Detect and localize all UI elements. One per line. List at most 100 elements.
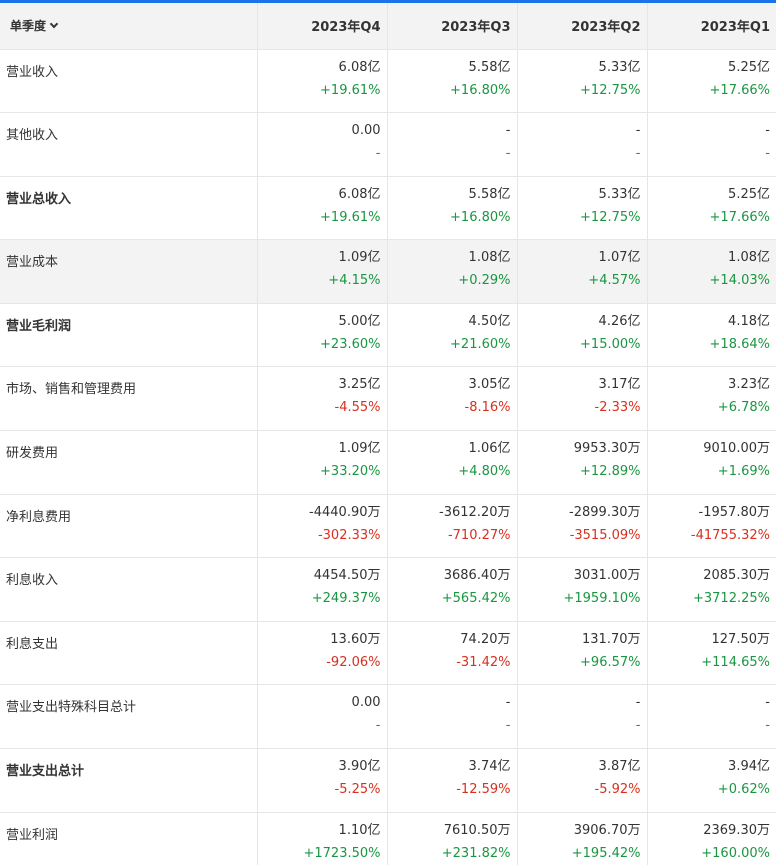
- table-row: 营业利润 1.10亿 +1723.50% 7610.50万 +231.82% 3906.7…: [0, 812, 776, 865]
- cell-growth: -: [765, 146, 770, 162]
- column-header-q3: 2023年Q3: [386, 3, 517, 50]
- cell-growth: +4.80%: [458, 464, 511, 480]
- table-row: 利息收入 4454.50万 +249.37% 3686.40万 +565.42% 3031…: [0, 557, 776, 622]
- table-row: 研发费用 1.09亿 +33.20% 1.06亿 +4.80% 9953.30万 +12.8…: [0, 430, 776, 495]
- table-row: 其他收入 0.00- - - - - - -: [0, 112, 776, 177]
- cell-value: 5.25亿: [728, 186, 770, 202]
- table-cell: 2369.30万 +160.00%: [646, 812, 776, 865]
- cell-growth: +160.00%: [701, 845, 770, 861]
- table-cell: 1.08亿 +0.29%: [386, 239, 517, 304]
- cell-growth: +12.75%: [580, 209, 641, 225]
- table-cell: 3.94亿 +0.62%: [646, 748, 776, 813]
- table-cell: 4.26亿 +15.00%: [516, 303, 647, 368]
- row-label: 营业收入: [0, 49, 257, 114]
- table-row: 营业总收入 6.08亿 +19.61% 5.58亿 +16.80% 5.33亿 +12.75…: [0, 176, 776, 241]
- cell-growth: -710.27%: [447, 527, 511, 543]
- table-cell: 1.09亿 +4.15%: [256, 239, 387, 304]
- row-label: 营业支出特殊科目总计: [0, 684, 257, 750]
- row-label: 营业利润: [0, 812, 257, 865]
- table-cell: 6.08亿 +19.61%: [256, 176, 387, 241]
- cell-value: 9953.30万: [573, 441, 641, 457]
- cell-growth: +1.69%: [717, 464, 770, 480]
- cell-value: 9010.00万: [703, 441, 770, 457]
- cell-growth: +1723.50%: [303, 845, 381, 861]
- cell-growth: -31.42%: [456, 654, 511, 670]
- table-cell: 5.25亿 +17.66%: [646, 49, 776, 114]
- cell-value: 2085.30万: [703, 568, 770, 584]
- table-row: 营业成本 1.09亿 +4.15% 1.08亿 +0.29% 1.07亿 +4.57% 1.0…: [0, 239, 776, 304]
- cell-growth: +19.61%: [320, 209, 381, 225]
- cell-growth: +0.29%: [458, 273, 511, 289]
- cell-value: 1.09亿: [338, 250, 381, 266]
- cell-value: 5.33亿: [598, 186, 641, 202]
- table-cell: 3.17亿 -2.33%: [516, 366, 647, 432]
- cell-value: 1.07亿: [598, 250, 641, 266]
- row-label: 净利息费用: [0, 494, 257, 559]
- cell-value: 3.17亿: [598, 377, 641, 393]
- cell-value: 1.06亿: [468, 441, 511, 457]
- table-cell: 0.00 -: [256, 684, 387, 750]
- cell-value: -4440.90万: [309, 504, 381, 520]
- cell-growth: +12.75%: [580, 82, 641, 98]
- cell-value: 3.05亿: [468, 377, 511, 393]
- cell-value: -: [635, 123, 641, 139]
- table-header-row: 单季度 2023年Q4 2023年Q3 2023年Q2 2023年Q1: [0, 3, 776, 50]
- cell-value: 3686.40万: [443, 568, 511, 584]
- cell-value: 3.87亿: [598, 759, 641, 775]
- financial-table: 单季度 2023年Q4 2023年Q3 2023年Q2 2023年Q1 营业收入…: [0, 3, 776, 865]
- table-cell: --: [646, 112, 776, 177]
- table-cell: 3.05亿 -8.16%: [386, 366, 517, 432]
- cell-growth: -4.55%: [334, 400, 381, 416]
- table-cell: 3031.00万 +1959.10%: [516, 557, 647, 622]
- table-cell: 131.70万 +96.57%: [516, 621, 647, 686]
- cell-growth: +23.60%: [320, 336, 381, 352]
- cell-value: 5.33亿: [598, 59, 641, 75]
- cell-value: 0.00: [351, 123, 381, 139]
- cell-growth: -41755.32%: [690, 527, 770, 543]
- table-cell: 3.87亿 -5.92%: [516, 748, 647, 813]
- cell-growth: -: [505, 146, 511, 162]
- table-cell: 4.50亿 +21.60%: [386, 303, 517, 368]
- cell-value: -: [505, 695, 511, 711]
- cell-value: 1.09亿: [338, 441, 381, 457]
- cell-growth: +18.64%: [709, 336, 770, 352]
- cell-value: 3.90亿: [338, 759, 381, 775]
- table-cell: 1.09亿 +33.20%: [256, 430, 387, 495]
- cell-growth: -302.33%: [317, 527, 381, 543]
- cell-value: 13.60万: [330, 631, 381, 647]
- cell-growth: +3712.25%: [692, 591, 770, 607]
- cell-growth: +16.80%: [450, 209, 511, 225]
- table-cell: 9010.00万 +1.69%: [646, 430, 776, 495]
- period-selector[interactable]: 单季度: [0, 3, 257, 50]
- table-cell: 7610.50万 +231.82%: [386, 812, 517, 865]
- cell-growth: +16.80%: [450, 82, 511, 98]
- table-row: 营业毛利润 5.00亿 +23.60% 4.50亿 +21.60% 4.26亿 +15.00…: [0, 303, 776, 368]
- cell-value: 5.58亿: [468, 59, 511, 75]
- table-cell: 5.58亿 +16.80%: [386, 176, 517, 241]
- table-cell: 1.06亿 +4.80%: [386, 430, 517, 495]
- table-cell: -1957.80万 -41755.32%: [646, 494, 776, 559]
- cell-value: 4454.50万: [313, 568, 381, 584]
- cell-growth: -: [635, 146, 641, 162]
- table-cell: 1.07亿 +4.57%: [516, 239, 647, 304]
- cell-value: 7610.50万: [443, 822, 511, 838]
- cell-growth: -: [505, 718, 511, 734]
- table-cell: 5.33亿 +12.75%: [516, 176, 647, 241]
- row-label: 营业总收入: [0, 176, 257, 241]
- cell-growth: +565.42%: [441, 591, 511, 607]
- cell-value: 0.00: [351, 695, 381, 711]
- row-label: 市场、销售和管理费用: [0, 366, 257, 432]
- column-header-q2: 2023年Q2: [516, 3, 647, 50]
- table-cell: 6.08亿 +19.61%: [256, 49, 387, 114]
- cell-value: 1.10亿: [338, 822, 381, 838]
- cell-growth: -: [375, 718, 381, 734]
- table-cell: 3.23亿 +6.78%: [646, 366, 776, 432]
- cell-growth: -3515.09%: [569, 527, 641, 543]
- cell-growth: +33.20%: [320, 464, 381, 480]
- table-cell: 4454.50万 +249.37%: [256, 557, 387, 622]
- cell-growth: +17.66%: [709, 82, 770, 98]
- table-row: 营业收入 6.08亿 +19.61% 5.58亿 +16.80% 5.33亿 +12.75%…: [0, 49, 776, 114]
- table-cell: 1.10亿 +1723.50%: [256, 812, 387, 865]
- table-cell: 127.50万 +114.65%: [646, 621, 776, 686]
- cell-growth: -5.92%: [594, 782, 641, 798]
